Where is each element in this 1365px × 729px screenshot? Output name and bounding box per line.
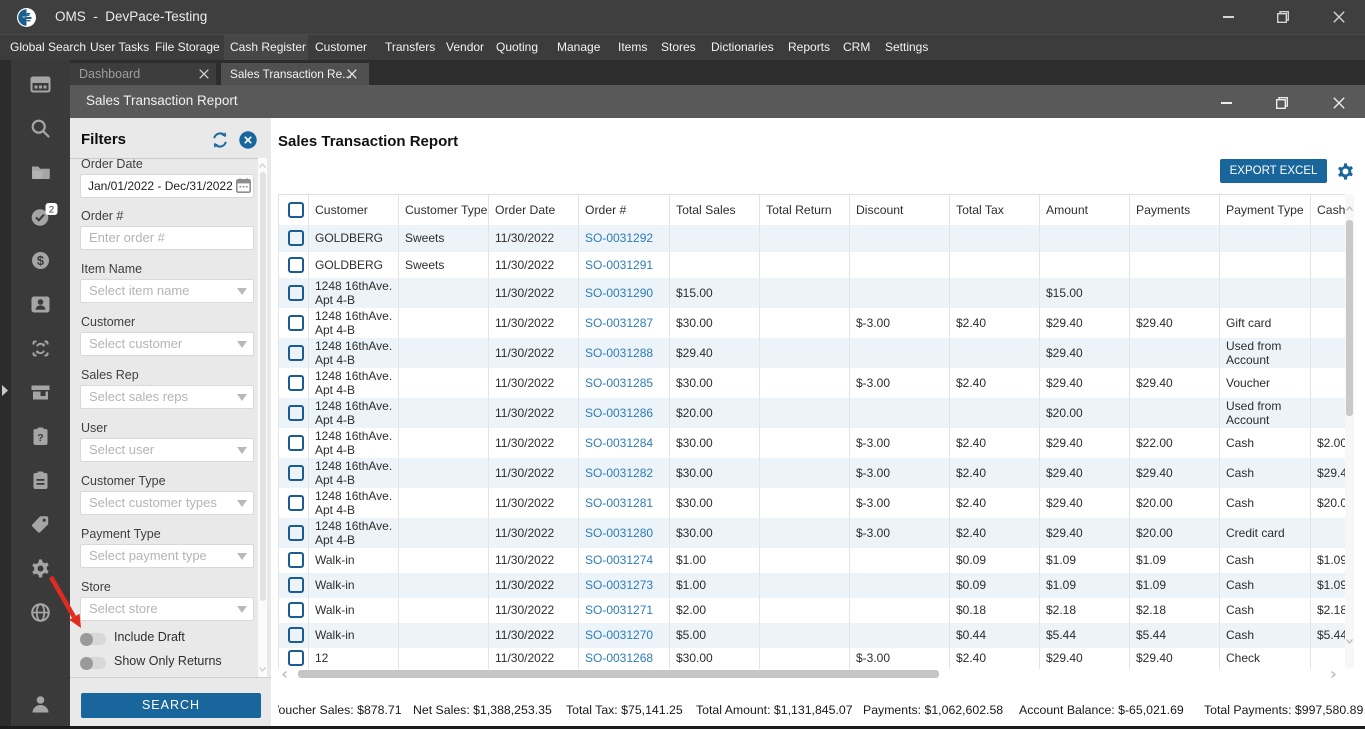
svg-text:?: ? bbox=[37, 432, 43, 444]
svg-text:2: 2 bbox=[49, 204, 54, 215]
svg-text:$: $ bbox=[37, 253, 44, 267]
